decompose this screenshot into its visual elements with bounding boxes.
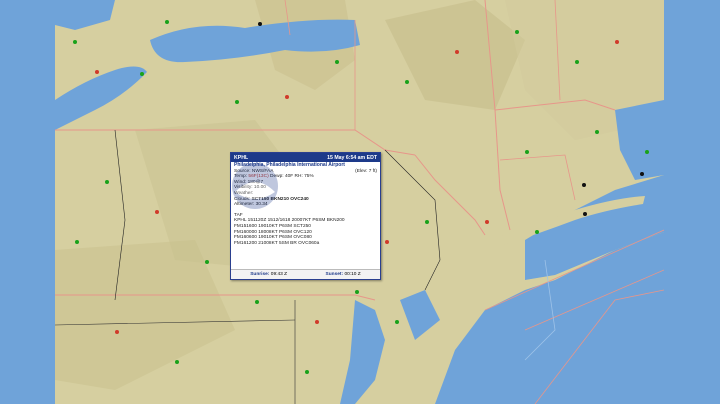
station-marker[interactable] [73,40,77,44]
station-marker[interactable] [95,70,99,74]
elevation-text: (Elev: 7 ft) [355,168,377,174]
station-marker[interactable] [140,72,144,76]
station-marker[interactable] [115,330,119,334]
station-marker[interactable] [640,172,644,176]
station-marker[interactable] [535,230,539,234]
sunset-value: 00:10 Z [344,272,361,277]
observation-time: 15 May 6:54 am EDT [327,154,377,161]
station-marker[interactable] [165,20,169,24]
popup-header: KPHL 15 May 6:54 am EDT [231,153,380,162]
station-marker[interactable] [485,220,489,224]
station-marker[interactable] [335,60,339,64]
popup-body: Philadelphia, Philadelphia International… [231,162,380,247]
station-marker[interactable] [305,370,309,374]
station-marker[interactable] [285,95,289,99]
sunrise-value: 09:43 Z [270,272,288,277]
station-marker[interactable] [582,183,586,187]
station-marker[interactable] [515,30,519,34]
sunset-item: Sunset: 00:10 Z [326,272,361,277]
station-marker[interactable] [175,360,179,364]
station-marker[interactable] [575,60,579,64]
station-marker[interactable] [455,50,459,54]
station-marker[interactable] [315,320,319,324]
station-marker[interactable] [395,320,399,324]
station-marker[interactable] [525,150,529,154]
station-marker[interactable] [258,22,262,26]
station-info-popup[interactable]: KPHL 15 May 6:54 am EDT Philadelphia, Ph… [230,152,381,280]
station-marker[interactable] [645,150,649,154]
sun-times-footer: Sunrise: 09:43 Z Sunset: 00:10 Z [231,269,380,279]
station-marker[interactable] [155,210,159,214]
noaa-logo-icon [232,163,278,209]
station-id: KPHL [234,154,249,161]
station-marker[interactable] [235,100,239,104]
station-marker[interactable] [355,290,359,294]
station-marker[interactable] [595,130,599,134]
station-marker[interactable] [583,212,587,216]
station-marker[interactable] [205,260,209,264]
sunset-label: Sunset: [325,272,344,277]
station-marker[interactable] [105,180,109,184]
weather-map[interactable]: KPHL 15 May 6:54 am EDT Philadelphia, Ph… [55,0,664,404]
station-marker[interactable] [255,300,259,304]
station-marker[interactable] [615,40,619,44]
station-marker[interactable] [405,80,409,84]
station-marker[interactable] [385,240,389,244]
station-marker[interactable] [425,220,429,224]
map-frame: KPHL 15 May 6:54 am EDT Philadelphia, Ph… [0,0,720,404]
sunrise-label: Sunrise: [250,272,270,277]
taf-line: FM161200 21008KT 5SM BR OVC060a [234,240,320,246]
station-marker[interactable] [75,240,79,244]
sunrise-item: Sunrise: 09:43 Z [250,272,287,277]
